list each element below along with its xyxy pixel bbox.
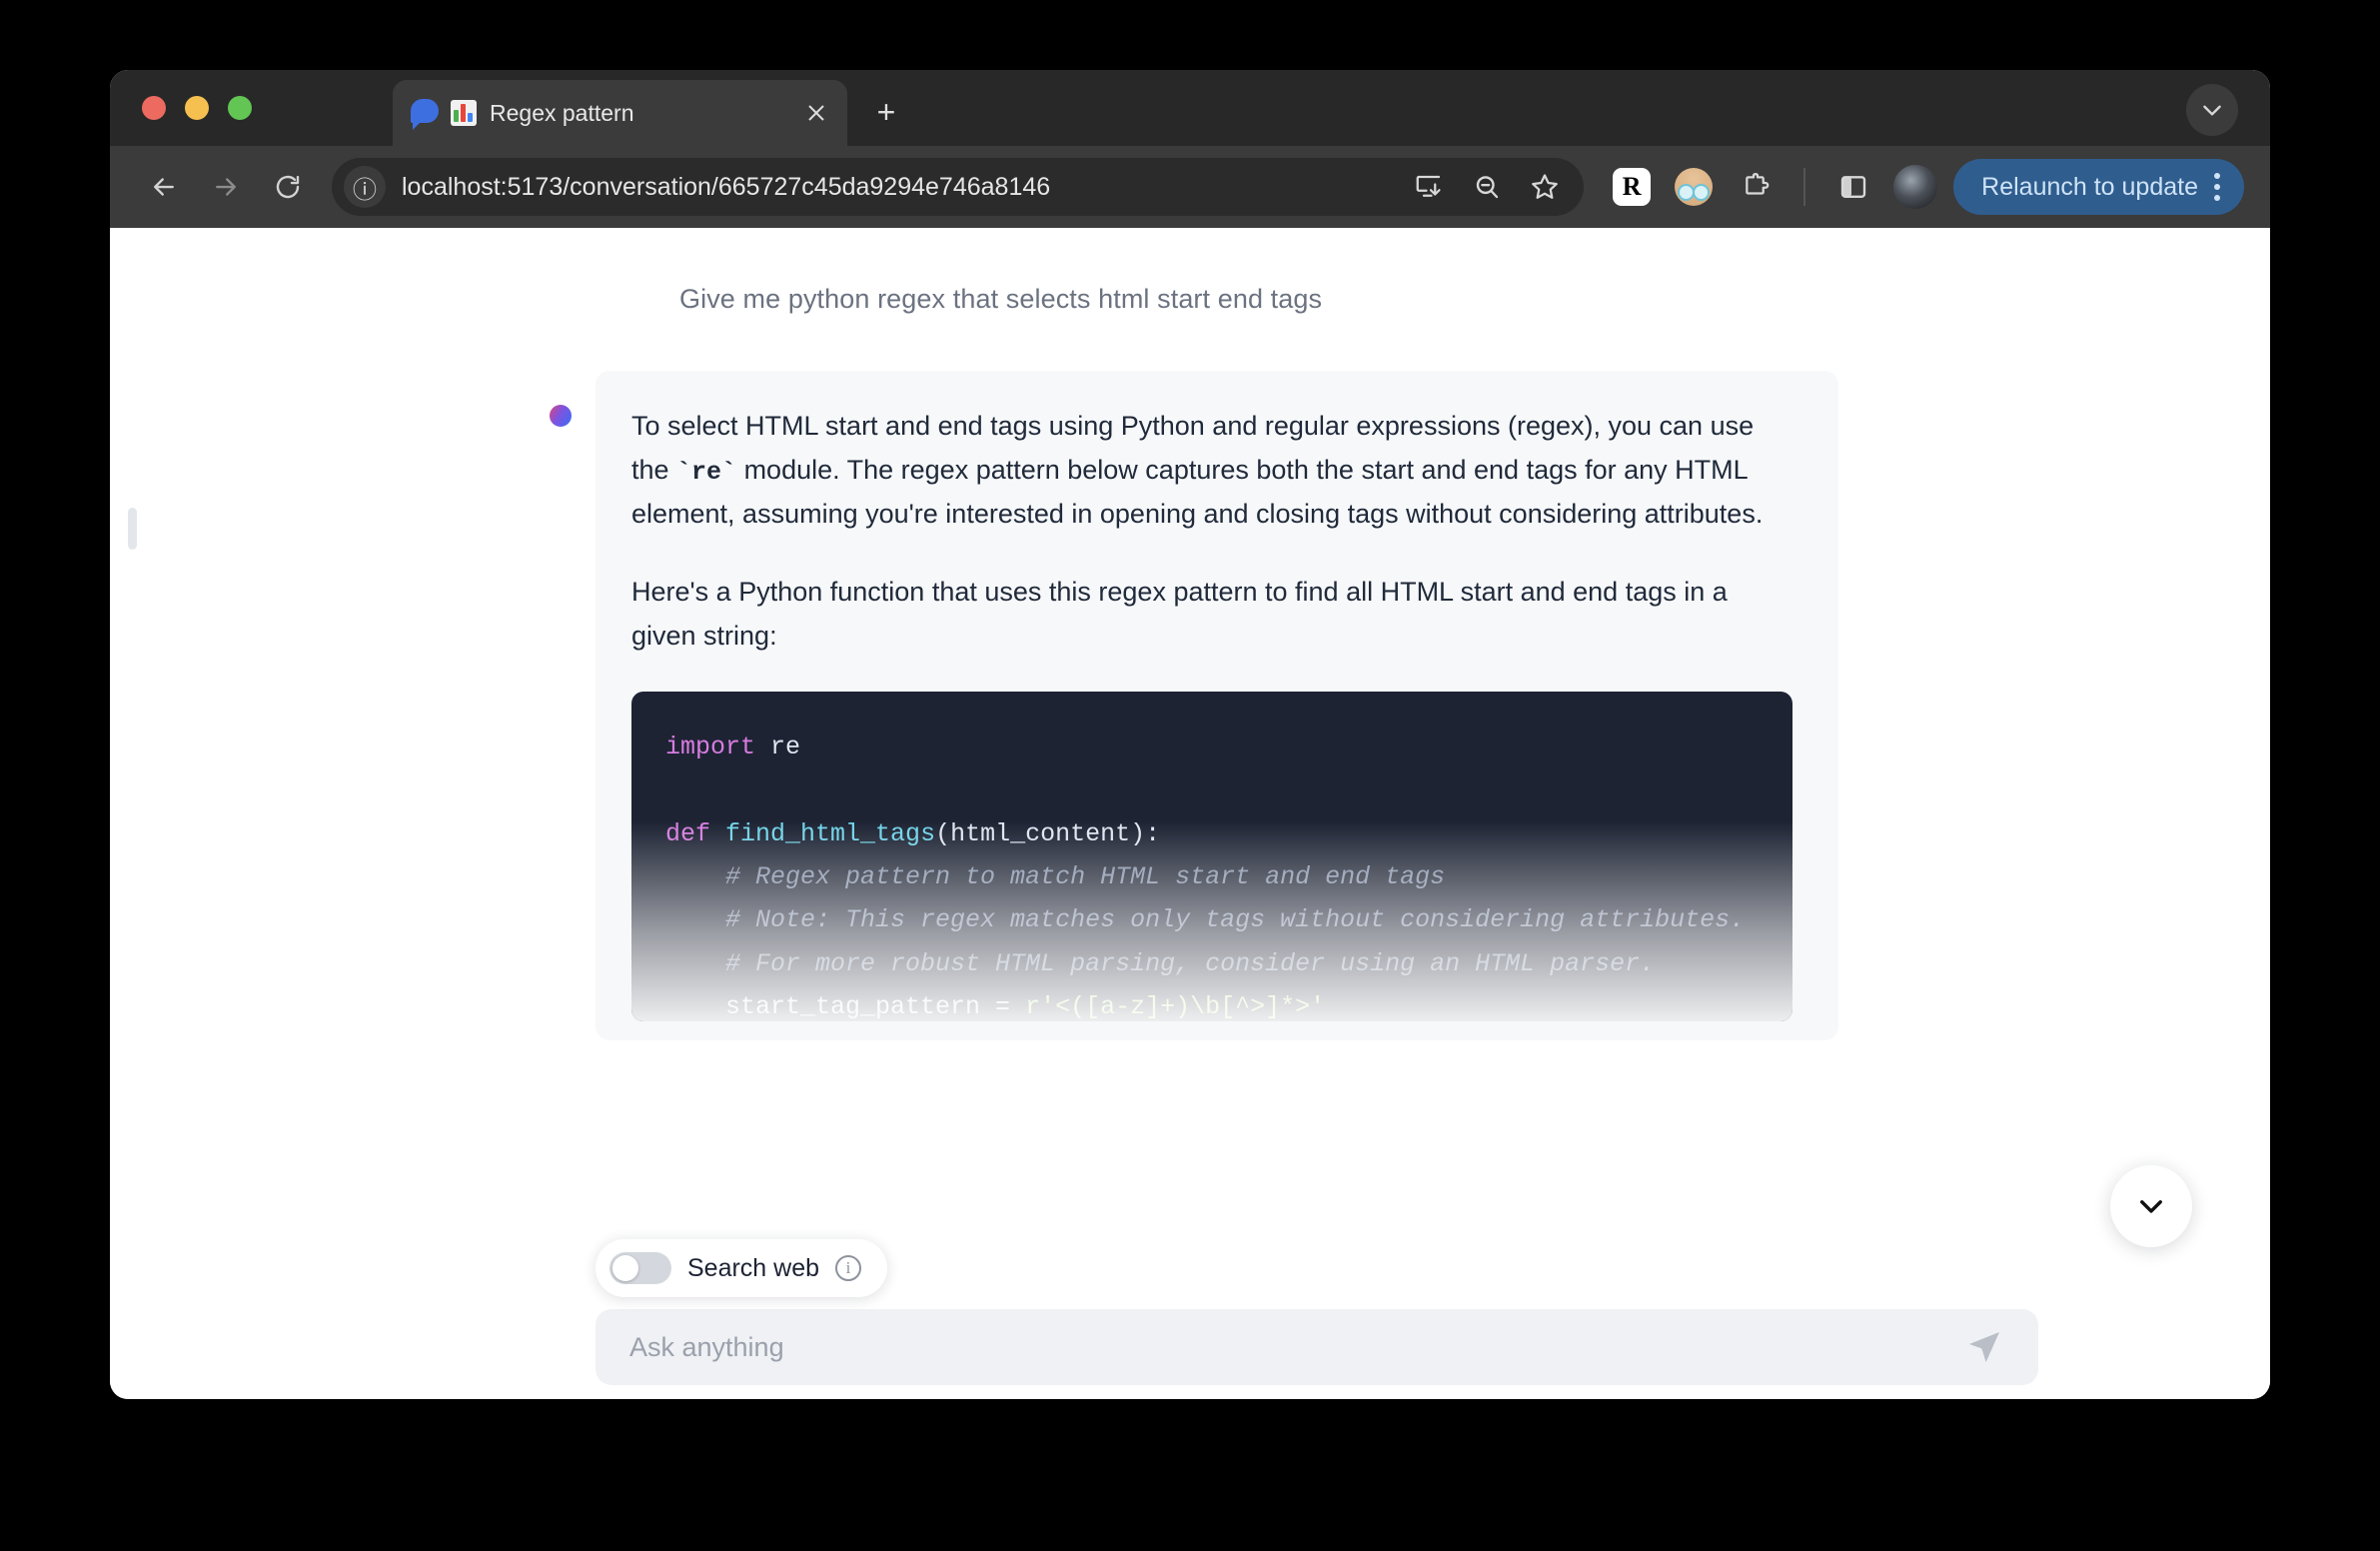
assistant-gradient-dot	[550, 405, 572, 427]
browser-tab[interactable]: Regex pattern	[393, 80, 847, 146]
browser-toolbar: ⓘ localhost:5173/conversation/665727c45d…	[110, 146, 2270, 228]
search-web-control[interactable]: Search web i	[595, 1239, 888, 1297]
search-input[interactable]	[629, 1331, 1964, 1363]
url-text: localhost:5173/conversation/665727c45da9…	[402, 172, 1051, 201]
tab-title: Regex pattern	[490, 99, 634, 126]
face-extension-icon[interactable]	[1666, 159, 1722, 215]
code-content: import re def find_html_tags(html_conten…	[665, 733, 1746, 1021]
composer-footer: Model: Local microsoft/Phi-3-mini-4k-ins…	[595, 1397, 2038, 1399]
paragraph-1-after: module. The regex pattern below captures…	[631, 454, 1764, 530]
info-icon[interactable]: i	[835, 1255, 862, 1281]
composer-bar[interactable]	[595, 1309, 2038, 1385]
r-extension-icon[interactable]: R	[1604, 159, 1660, 215]
share-conversation-button[interactable]: Share this conversation	[1495, 1397, 1773, 1399]
relaunch-label: Relaunch to update	[1981, 172, 2198, 201]
assistant-message-card: To select HTML start and end tags using …	[595, 371, 1838, 1040]
assistant-message: To select HTML start and end tags using …	[550, 371, 1838, 1040]
assistant-paragraph-2: Here's a Python function that uses this …	[631, 576, 1728, 651]
minimize-window-button[interactable]	[185, 96, 209, 120]
sidebar-toggle-handle[interactable]	[128, 508, 137, 550]
close-icon[interactable]	[799, 96, 833, 130]
model-info: Model: Local microsoft/Phi-3-mini-4k-ins…	[595, 1397, 1495, 1399]
toolbar-divider	[1803, 168, 1806, 206]
back-arrow-icon[interactable]	[136, 159, 192, 215]
search-web-toggle[interactable]	[609, 1252, 671, 1284]
relaunch-to-update-button[interactable]: Relaunch to update	[1953, 159, 2244, 215]
send-paper-plane-icon[interactable]	[1964, 1327, 2004, 1367]
puzzle-extensions-icon[interactable]	[1728, 159, 1784, 215]
reload-icon[interactable]	[260, 159, 316, 215]
code-block[interactable]: import re def find_html_tags(html_conten…	[631, 692, 1792, 1022]
conversation-column: Give me python regex that selects html s…	[550, 228, 1838, 1040]
assistant-paragraph-1: To select HTML start and end tags using …	[631, 405, 1792, 537]
browser-window: Regex pattern + ⓘ localhost:5173/convers…	[110, 70, 2270, 1399]
close-window-button[interactable]	[142, 96, 166, 120]
side-panel-icon[interactable]	[1825, 159, 1881, 215]
window-traffic-lights	[142, 96, 252, 120]
bookmark-star-icon[interactable]	[1518, 160, 1572, 214]
tab-strip: Regex pattern +	[110, 70, 2270, 146]
search-web-label: Search web	[687, 1253, 820, 1282]
inline-code-re: `re`	[676, 457, 737, 487]
address-bar[interactable]: ⓘ localhost:5173/conversation/665727c45d…	[332, 158, 1585, 216]
page-content: Give me python regex that selects html s…	[110, 228, 2270, 1399]
tab-search-chevron-down-icon[interactable]	[2186, 84, 2238, 136]
chat-bubble-icon	[411, 99, 441, 130]
forward-arrow-icon[interactable]	[198, 159, 254, 215]
new-tab-button[interactable]: +	[866, 92, 906, 132]
scroll-to-bottom-button[interactable]	[2110, 1165, 2192, 1247]
site-info-icon[interactable]: ⓘ	[344, 166, 386, 208]
omnibox-actions	[1402, 160, 1572, 214]
maximize-window-button[interactable]	[228, 96, 252, 120]
bar-chart-favicon	[451, 100, 477, 126]
install-app-icon[interactable]	[1402, 160, 1456, 214]
user-message: Give me python regex that selects html s…	[679, 284, 1323, 314]
profile-avatar[interactable]	[1893, 165, 1938, 209]
zoom-out-icon[interactable]	[1460, 160, 1514, 214]
kebab-menu-icon[interactable]	[2214, 173, 2234, 201]
